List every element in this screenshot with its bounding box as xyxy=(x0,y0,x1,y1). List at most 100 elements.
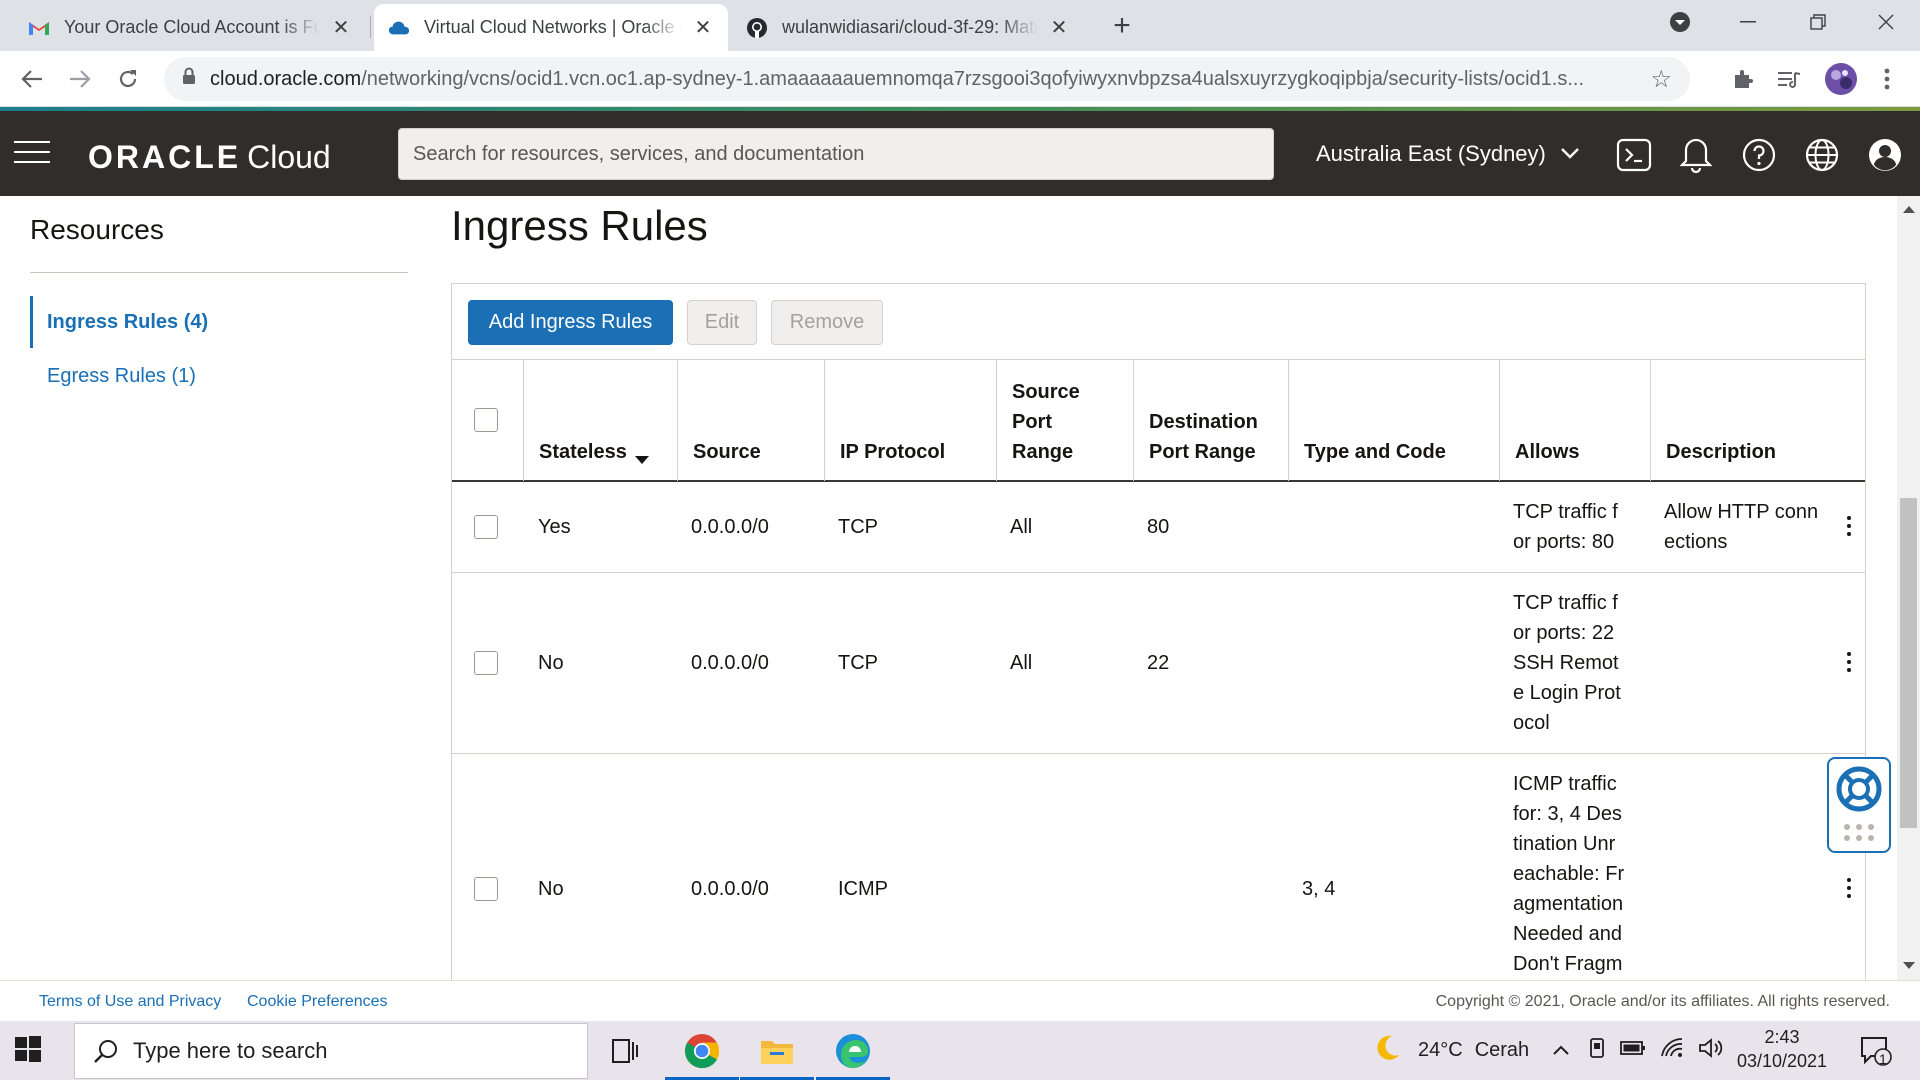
taskbar-search-input[interactable]: Type here to search xyxy=(74,1023,588,1079)
clock-time: 2:43 xyxy=(1764,1027,1800,1047)
cell-source-port: All xyxy=(1010,516,1033,538)
cell-allows: ICMP traffic for: 3, 4 Destination Unrea… xyxy=(1513,773,1625,975)
row-actions-kebab-icon[interactable] xyxy=(1839,514,1859,538)
volume-icon[interactable] xyxy=(1698,1037,1724,1065)
tab-separator xyxy=(370,16,371,38)
divider xyxy=(30,272,408,273)
notification-count-badge: 1 xyxy=(1879,1051,1887,1067)
cell-ip-protocol: TCP xyxy=(838,516,878,538)
cell-source: 0.0.0.0/0 xyxy=(691,878,769,900)
minimize-icon[interactable] xyxy=(1718,0,1778,44)
media-queue-icon[interactable] xyxy=(1774,64,1804,94)
extensions-puzzle-icon[interactable] xyxy=(1728,64,1758,94)
row-checkbox[interactable] xyxy=(474,515,498,539)
select-all-header xyxy=(452,360,523,481)
cell-destination-port: 80 xyxy=(1147,516,1170,538)
tab-search-icon[interactable] xyxy=(1650,0,1710,44)
crescent-moon-icon xyxy=(1372,1033,1402,1069)
navigation-menu-icon[interactable] xyxy=(14,141,50,165)
chrome-taskbar-icon[interactable] xyxy=(665,1021,739,1080)
copyright-text: Copyright © 2021, Oracle and/or its affi… xyxy=(1435,993,1890,1010)
remove-button[interactable]: Remove xyxy=(771,300,883,345)
weather-condition: Cerah xyxy=(1474,1039,1530,1061)
header-accent-stripe xyxy=(0,107,1920,111)
notification-center-icon[interactable]: 1 xyxy=(1846,1021,1906,1080)
scroll-down-arrow-icon[interactable] xyxy=(1903,962,1915,969)
browser-tab-github[interactable]: wulanwidiasari/cloud-3f-29: Mata ✕ xyxy=(732,4,1084,51)
chrome-menu-icon[interactable] xyxy=(1872,64,1902,94)
region-selector[interactable]: Australia East (Sydney) xyxy=(1316,141,1580,167)
region-label: Australia East (Sydney) xyxy=(1316,141,1546,166)
new-tab-button[interactable]: + xyxy=(1106,9,1138,42)
close-icon[interactable]: ✕ xyxy=(330,17,352,39)
page-title: Ingress Rules xyxy=(451,202,708,249)
chevron-up-icon[interactable] xyxy=(1552,1039,1570,1062)
row-actions-kebab-icon[interactable] xyxy=(1839,650,1859,674)
edit-button[interactable]: Edit xyxy=(687,300,757,345)
column-header-ip-protocol: IP Protocol xyxy=(824,360,996,481)
close-icon[interactable]: ✕ xyxy=(1048,17,1070,39)
scrollbar-thumb[interactable] xyxy=(1900,498,1917,828)
console-footer: Terms of Use and Privacy Cookie Preferen… xyxy=(0,980,1920,1021)
add-ingress-rules-button[interactable]: Add Ingress Rules xyxy=(468,300,673,345)
row-checkbox[interactable] xyxy=(474,877,498,901)
language-globe-icon[interactable] xyxy=(1802,135,1842,175)
cloud-shell-icon[interactable] xyxy=(1614,135,1654,175)
user-profile-icon[interactable] xyxy=(1865,135,1905,175)
file-explorer-icon[interactable] xyxy=(740,1021,814,1080)
lock-icon xyxy=(182,67,196,91)
help-support-widget[interactable] xyxy=(1827,757,1891,853)
task-view-icon[interactable] xyxy=(588,1021,662,1080)
restore-icon[interactable] xyxy=(1788,0,1848,44)
gmail-icon xyxy=(28,17,50,39)
table-row: No 0.0.0.0/0 TCP All 22 TCP traffic for … xyxy=(452,573,1865,754)
column-header-type-and-code: Type and Code xyxy=(1288,360,1499,481)
column-header-stateless[interactable]: Stateless xyxy=(523,360,677,481)
sort-desc-icon xyxy=(634,456,649,464)
battery-icon[interactable] xyxy=(1620,1039,1646,1062)
terms-of-use-link[interactable]: Terms of Use and Privacy xyxy=(39,993,221,1011)
sidebar-item-egress-rules[interactable]: Egress Rules (1) xyxy=(33,350,196,402)
back-arrow-icon[interactable] xyxy=(16,63,48,95)
cell-type-and-code: 3, 4 xyxy=(1302,878,1336,900)
cell-stateless: Yes xyxy=(538,516,571,538)
clock-date: 03/10/2021 xyxy=(1736,1051,1828,1071)
oracle-cloud-icon xyxy=(388,17,410,39)
cell-source-port: All xyxy=(1010,652,1033,674)
browser-tab-oracle[interactable]: Virtual Cloud Networks | Oracle Cloud ✕ xyxy=(374,4,728,51)
close-window-icon[interactable] xyxy=(1856,0,1916,44)
table-row: No 0.0.0.0/0 ICMP 3, 4 ICMP traffic for:… xyxy=(452,754,1865,980)
edge-browser-icon[interactable] xyxy=(816,1021,890,1080)
bookmark-star-icon[interactable]: ☆ xyxy=(1650,65,1672,94)
notifications-bell-icon[interactable] xyxy=(1676,135,1716,175)
row-checkbox[interactable] xyxy=(474,651,498,675)
browser-tab-gmail[interactable]: Your Oracle Cloud Account is Full ✕ xyxy=(14,4,366,51)
scroll-up-arrow-icon[interactable] xyxy=(1903,206,1915,213)
help-question-icon[interactable] xyxy=(1739,135,1779,175)
device-icon[interactable] xyxy=(1588,1037,1606,1065)
cell-source: 0.0.0.0/0 xyxy=(691,516,769,538)
console-search-input[interactable]: Search for resources, services, and docu… xyxy=(398,128,1274,180)
taskbar-clock[interactable]: 2:43 03/10/2021 xyxy=(1732,1025,1832,1073)
lifebuoy-icon xyxy=(1836,766,1882,841)
sidebar-item-ingress-rules[interactable]: Ingress Rules (4) xyxy=(30,296,208,348)
windows-taskbar: Type here to search 24°C Cerah 2:43 03/1… xyxy=(0,1021,1920,1080)
github-icon xyxy=(746,17,768,39)
windows-start-icon[interactable] xyxy=(14,1035,58,1067)
profile-avatar[interactable] xyxy=(1823,61,1859,97)
wifi-icon[interactable] xyxy=(1660,1037,1684,1064)
select-all-checkbox[interactable] xyxy=(474,408,498,432)
weather-widget[interactable]: 24°C Cerah xyxy=(1372,1021,1529,1080)
url-bar[interactable]: cloud.oracle.com/networking/vcns/ocid1.v… xyxy=(164,57,1690,101)
url-text: cloud.oracle.com/networking/vcns/ocid1.v… xyxy=(210,67,1585,90)
table-header: Stateless Source IP Protocol Source Port… xyxy=(452,359,1865,482)
close-icon[interactable]: ✕ xyxy=(692,17,714,39)
cookie-preferences-link[interactable]: Cookie Preferences xyxy=(247,993,388,1011)
oracle-console-header: ORACLE Cloud Search for resources, servic… xyxy=(0,107,1920,196)
row-actions-kebab-icon[interactable] xyxy=(1839,876,1859,900)
forward-arrow-icon[interactable] xyxy=(64,63,96,95)
oracle-cloud-logo[interactable]: ORACLE Cloud xyxy=(88,139,331,176)
column-header-allows: Allows xyxy=(1499,360,1650,481)
reload-icon[interactable] xyxy=(112,63,144,95)
cell-source: 0.0.0.0/0 xyxy=(691,652,769,674)
